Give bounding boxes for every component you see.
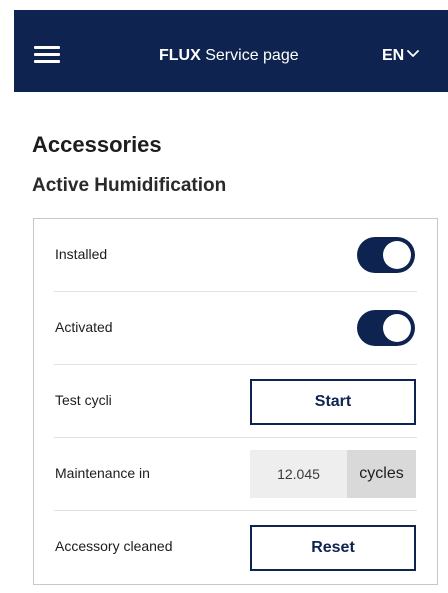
maintenance-label: Maintenance in [55,465,150,481]
reset-button[interactable]: Reset [250,525,416,571]
activated-label: Activated [55,319,113,335]
accessory-panel: Installed Activated Test cycli Start Mai… [33,218,438,585]
header-title-text: Service page [205,47,299,64]
row-installed: Installed [34,219,437,292]
test-cycli-label: Test cycli [55,392,112,408]
start-button[interactable]: Start [250,379,416,425]
activated-toggle[interactable] [357,310,415,346]
toggle-knob [383,241,411,269]
page-header-title: FLUX Service page [159,46,299,66]
row-maintenance: Maintenance in cycles [34,438,437,511]
chevron-down-icon [407,50,420,58]
maintenance-cycles-input[interactable] [250,450,347,498]
language-code: EN [382,47,405,64]
accessory-cleaned-label: Accessory cleaned [55,538,173,554]
section-title: Accessories [32,132,162,157]
service-page: FLUX Service page EN Accessories Active … [0,0,448,593]
toggle-knob [383,314,411,342]
row-test-cycli: Test cycli Start [34,365,437,438]
installed-label: Installed [55,246,108,262]
row-accessory-cleaned: Accessory cleaned Reset [34,511,437,584]
subsection-title: Active Humidification [32,175,227,196]
cycles-unit: cycles [347,450,416,498]
hamburger-icon[interactable] [34,46,60,64]
maintenance-stepper: cycles [250,450,416,498]
row-activated: Activated [34,292,437,365]
installed-toggle[interactable] [357,237,415,273]
language-select[interactable]: EN [382,46,420,66]
top-bar: FLUX Service page EN [14,10,448,92]
brand-name: FLUX [159,47,201,64]
